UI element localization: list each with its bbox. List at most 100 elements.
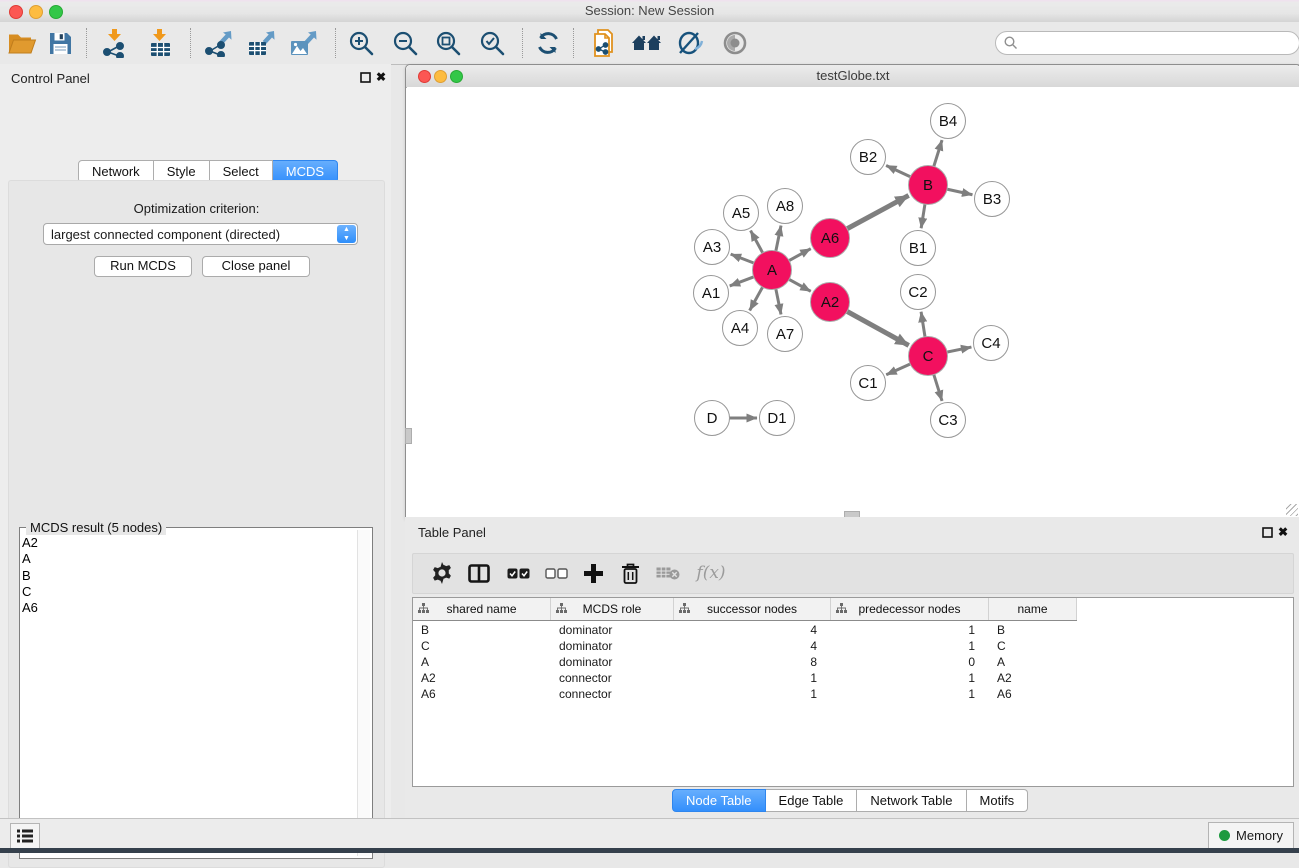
- graph-node-A4[interactable]: A4: [722, 310, 758, 346]
- graph-node-C2[interactable]: C2: [900, 274, 936, 310]
- graph-node-A[interactable]: A: [752, 250, 792, 290]
- zoom-fit-button[interactable]: [430, 26, 466, 60]
- column-header-MCDS-role[interactable]: MCDS role: [551, 598, 674, 620]
- zoom-in-icon: [348, 30, 375, 57]
- homes-icon: [630, 31, 664, 55]
- hide-annotations-button[interactable]: [672, 26, 708, 60]
- graph-node-B2[interactable]: B2: [850, 139, 886, 175]
- graph-node-D[interactable]: D: [694, 400, 730, 436]
- column-header-name[interactable]: name: [989, 598, 1077, 620]
- mcds-result-item[interactable]: B: [22, 568, 358, 584]
- status-bar: Memory: [0, 818, 1299, 849]
- zoom-out-button[interactable]: [387, 26, 423, 60]
- app-titlebar: Session: New Session: [0, 0, 1299, 23]
- import-network-button[interactable]: [97, 26, 133, 60]
- memory-button[interactable]: Memory: [1208, 822, 1294, 849]
- node-table[interactable]: shared nameMCDS rolesuccessor nodesprede…: [412, 597, 1294, 787]
- graph-node-A3[interactable]: A3: [694, 229, 730, 265]
- tab-network-table[interactable]: Network Table: [857, 789, 966, 812]
- mcds-result-item[interactable]: A: [22, 551, 358, 567]
- mcds-result-item[interactable]: A6: [22, 600, 358, 616]
- mcds-result-scrollbar[interactable]: [357, 530, 370, 856]
- table-row[interactable]: A6connector11A6: [413, 686, 1077, 702]
- graph-node-A2[interactable]: A2: [810, 282, 850, 322]
- graph-node-A1[interactable]: A1: [693, 275, 729, 311]
- tab-edge-table[interactable]: Edge Table: [766, 789, 858, 812]
- graph-node-C1[interactable]: C1: [850, 365, 886, 401]
- graph-node-C4[interactable]: C4: [973, 325, 1009, 361]
- close-panel-button[interactable]: Close panel: [202, 256, 310, 277]
- float-panel-icon[interactable]: [360, 72, 371, 83]
- table-cell: 1: [674, 686, 831, 702]
- network-graph-canvas[interactable]: B4 B2 B B3 A5A8A6 A3 B1 A A1 C2 A2 A4A7 C4 C C1 C3 D D1: [407, 87, 1299, 517]
- graph-node-A8[interactable]: A8: [767, 188, 803, 224]
- column-header-successor-nodes[interactable]: successor nodes: [674, 598, 831, 620]
- table-cell: dominator: [551, 622, 674, 638]
- export-table-button[interactable]: [243, 26, 279, 60]
- table-panel-title: Table Panel: [418, 525, 486, 540]
- settings-gear-button[interactable]: [425, 557, 459, 589]
- delete-table-button[interactable]: [651, 557, 685, 589]
- select-stepper-icon: ▲▼: [337, 225, 356, 243]
- mcds-result-item[interactable]: C: [22, 584, 358, 600]
- zoom-in-button[interactable]: [343, 26, 379, 60]
- column-header-shared-name[interactable]: shared name: [413, 598, 551, 620]
- search-input[interactable]: [995, 31, 1299, 55]
- column-view-button[interactable]: [462, 557, 496, 589]
- import-table-button[interactable]: [142, 26, 178, 60]
- criterion-select[interactable]: largest connected component (directed) ▲…: [43, 223, 358, 245]
- column-header-predecessor-nodes[interactable]: predecessor nodes: [831, 598, 989, 620]
- resize-grip[interactable]: [1286, 504, 1298, 516]
- table-tabs: Node TableEdge TableNetwork TableMotifs: [672, 789, 1028, 812]
- toolbar-separator: [86, 28, 87, 58]
- close-table-panel-icon[interactable]: ✖: [1278, 526, 1288, 538]
- mcds-result-item[interactable]: A2: [22, 535, 358, 551]
- table-row[interactable]: Bdominator41B: [413, 622, 1077, 638]
- deselect-all-button[interactable]: [539, 557, 573, 589]
- graph-node-B3[interactable]: B3: [974, 181, 1010, 217]
- vertical-scroll-stub[interactable]: [405, 428, 412, 444]
- export-image-button[interactable]: [285, 26, 321, 60]
- graph-node-B1[interactable]: B1: [900, 230, 936, 266]
- export-network-button[interactable]: [200, 26, 236, 60]
- float-table-panel-icon[interactable]: [1262, 527, 1273, 538]
- graph-node-A5[interactable]: A5: [723, 195, 759, 231]
- tab-node-table[interactable]: Node Table: [672, 789, 766, 812]
- zoom-selected-button[interactable]: [474, 26, 510, 60]
- eye-icon: [722, 30, 748, 56]
- function-builder-button[interactable]: f(x): [689, 557, 733, 589]
- table-cell: 1: [831, 686, 989, 702]
- run-mcds-button[interactable]: Run MCDS: [94, 256, 192, 277]
- refresh-view-button[interactable]: [530, 26, 566, 60]
- table-row[interactable]: A2connector11A2: [413, 670, 1077, 686]
- mcds-result-list[interactable]: A2ABCA6: [22, 535, 358, 856]
- export-image-icon: [289, 30, 318, 57]
- close-panel-icon[interactable]: ✖: [376, 71, 386, 83]
- save-session-button[interactable]: [42, 26, 78, 60]
- home-layout-button[interactable]: [629, 26, 665, 60]
- open-folder-icon: [7, 31, 37, 56]
- graph-node-C3[interactable]: C3: [930, 402, 966, 438]
- table-cell: 4: [674, 622, 831, 638]
- column-type-icon: [679, 603, 690, 614]
- graph-node-A6[interactable]: A6: [810, 218, 850, 258]
- open-file-button[interactable]: [4, 26, 40, 60]
- graph-node-A7[interactable]: A7: [767, 316, 803, 352]
- table-cell: A6: [989, 686, 1077, 702]
- network-window-titlebar[interactable]: testGlobe.txt: [406, 65, 1299, 88]
- table-row[interactable]: Cdominator41C: [413, 638, 1077, 654]
- new-network-button[interactable]: [586, 26, 622, 60]
- add-column-button[interactable]: [576, 557, 610, 589]
- toggle-view-button[interactable]: [717, 26, 753, 60]
- graph-node-B4[interactable]: B4: [930, 103, 966, 139]
- table-row[interactable]: Adominator80A: [413, 654, 1077, 670]
- graph-node-C[interactable]: C: [908, 336, 948, 376]
- unchecked-boxes-icon: [545, 568, 568, 579]
- graph-node-B[interactable]: B: [908, 165, 948, 205]
- tab-motifs[interactable]: Motifs: [967, 789, 1029, 812]
- task-history-button[interactable]: [10, 823, 40, 849]
- select-all-button[interactable]: [501, 557, 535, 589]
- memory-status-icon: [1219, 830, 1230, 841]
- delete-column-button[interactable]: [613, 557, 647, 589]
- graph-node-D1[interactable]: D1: [759, 400, 795, 436]
